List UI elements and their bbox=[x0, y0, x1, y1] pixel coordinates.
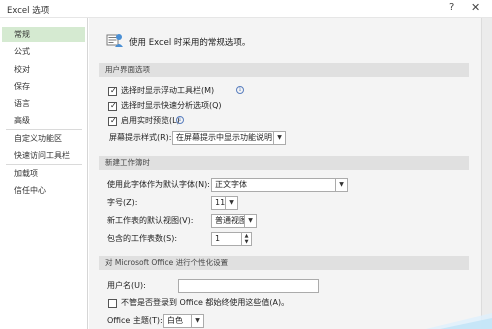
chevron-down-icon: ▼ bbox=[335, 179, 347, 191]
quick-analysis-checkbox[interactable]: ✓ bbox=[108, 101, 117, 111]
sidebar-item-language[interactable]: 语言 bbox=[2, 96, 85, 111]
general-options-icon bbox=[106, 32, 124, 48]
sidebar-divider bbox=[6, 164, 82, 165]
sidebar-item-formulas[interactable]: 公式 bbox=[2, 44, 85, 59]
watermark-logo bbox=[426, 307, 492, 329]
sidebar-item-save[interactable]: 保存 bbox=[2, 79, 85, 94]
chevron-down-icon: ▼ bbox=[244, 215, 256, 227]
check-icon: ✓ bbox=[110, 116, 117, 125]
username-label: 用户名(U): bbox=[107, 281, 146, 290]
sidebar-item-quick-access-toolbar[interactable]: 快速访问工具栏 bbox=[2, 148, 85, 163]
spin-down-icon[interactable]: ▼ bbox=[242, 239, 251, 245]
section-personalize: 对 Microsoft Office 进行个性化设置 bbox=[99, 256, 469, 270]
live-preview-checkbox[interactable]: ✓ bbox=[108, 116, 117, 126]
office-theme-select[interactable]: 白色 ▼ bbox=[163, 314, 204, 328]
sidebar-item-general[interactable]: 常规 bbox=[2, 27, 85, 42]
scrollbar[interactable] bbox=[481, 18, 492, 329]
font-size-value: 11 bbox=[215, 198, 226, 207]
mini-toolbar-label: 选择时显示浮动工具栏(M) bbox=[121, 86, 215, 95]
office-theme-value: 白色 bbox=[167, 316, 183, 325]
sidebar-item-add-ins[interactable]: 加载项 bbox=[2, 166, 85, 181]
default-font-value: 正文字体 bbox=[215, 180, 247, 189]
screentip-style-select[interactable]: 在屏幕提示中显示功能说明 ▼ bbox=[172, 131, 286, 145]
screentip-style-label: 屏幕提示样式(R): bbox=[109, 133, 172, 142]
sidebar-item-advanced[interactable]: 高级 bbox=[2, 113, 85, 128]
sheet-count-spin-buttons[interactable]: ▲ ▼ bbox=[241, 233, 251, 245]
default-view-select[interactable]: 普通视图 ▼ bbox=[211, 214, 257, 228]
info-icon: i bbox=[236, 86, 244, 94]
help-button[interactable]: ? bbox=[449, 2, 454, 13]
section-new-workbook: 新建工作簿时 bbox=[99, 156, 469, 170]
section-ui-options: 用户界面选项 bbox=[99, 63, 469, 77]
title-bar: Excel 选项 ? ✕ bbox=[0, 0, 492, 18]
mini-toolbar-checkbox[interactable]: ✓ bbox=[108, 86, 117, 96]
default-view-label: 新工作表的默认视图(V): bbox=[107, 216, 194, 225]
sheet-count-label: 包含的工作表数(S): bbox=[107, 234, 178, 243]
sidebar-item-customize-ribbon[interactable]: 自定义功能区 bbox=[2, 131, 85, 146]
sheet-count-value: 1 bbox=[215, 234, 221, 243]
live-preview-label: 启用实时预览(L) bbox=[121, 116, 180, 125]
quick-analysis-label: 选择时显示快速分析选项(Q) bbox=[121, 101, 222, 110]
close-button[interactable]: ✕ bbox=[471, 1, 480, 14]
chevron-down-icon: ▼ bbox=[273, 132, 285, 144]
check-icon: ✓ bbox=[110, 86, 117, 95]
check-icon: ✓ bbox=[110, 101, 117, 110]
always-use-values-label: 不管是否登录到 Office 都始终使用这些值(A)。 bbox=[121, 298, 290, 307]
sidebar-item-proofing[interactable]: 校对 bbox=[2, 62, 85, 77]
chevron-down-icon: ▼ bbox=[225, 197, 237, 209]
options-sidebar: 常规 公式 校对 保存 语言 高级 自定义功能区 快速访问工具栏 加载项 信任中… bbox=[0, 18, 88, 329]
office-theme-label: Office 主题(T): bbox=[107, 316, 163, 325]
sidebar-item-trust-center[interactable]: 信任中心 bbox=[2, 183, 85, 198]
window-title: Excel 选项 bbox=[7, 6, 50, 16]
header-description: 使用 Excel 时采用的常规选项。 bbox=[129, 38, 251, 48]
sidebar-divider bbox=[6, 129, 82, 130]
chevron-down-icon: ▼ bbox=[191, 315, 203, 327]
default-font-label: 使用此字体作为默认字体(N): bbox=[107, 180, 210, 189]
font-size-select[interactable]: 11 ▼ bbox=[211, 196, 238, 210]
font-size-label: 字号(Z): bbox=[107, 198, 138, 207]
default-view-value: 普通视图 bbox=[215, 216, 247, 225]
username-input[interactable] bbox=[178, 279, 319, 293]
sheet-count-stepper[interactable]: 1 ▲ ▼ bbox=[211, 232, 252, 246]
info-icon: i bbox=[176, 116, 184, 124]
screentip-style-value: 在屏幕提示中显示功能说明 bbox=[176, 133, 272, 142]
default-font-select[interactable]: 正文字体 ▼ bbox=[211, 178, 348, 192]
always-use-values-checkbox[interactable] bbox=[108, 299, 117, 308]
